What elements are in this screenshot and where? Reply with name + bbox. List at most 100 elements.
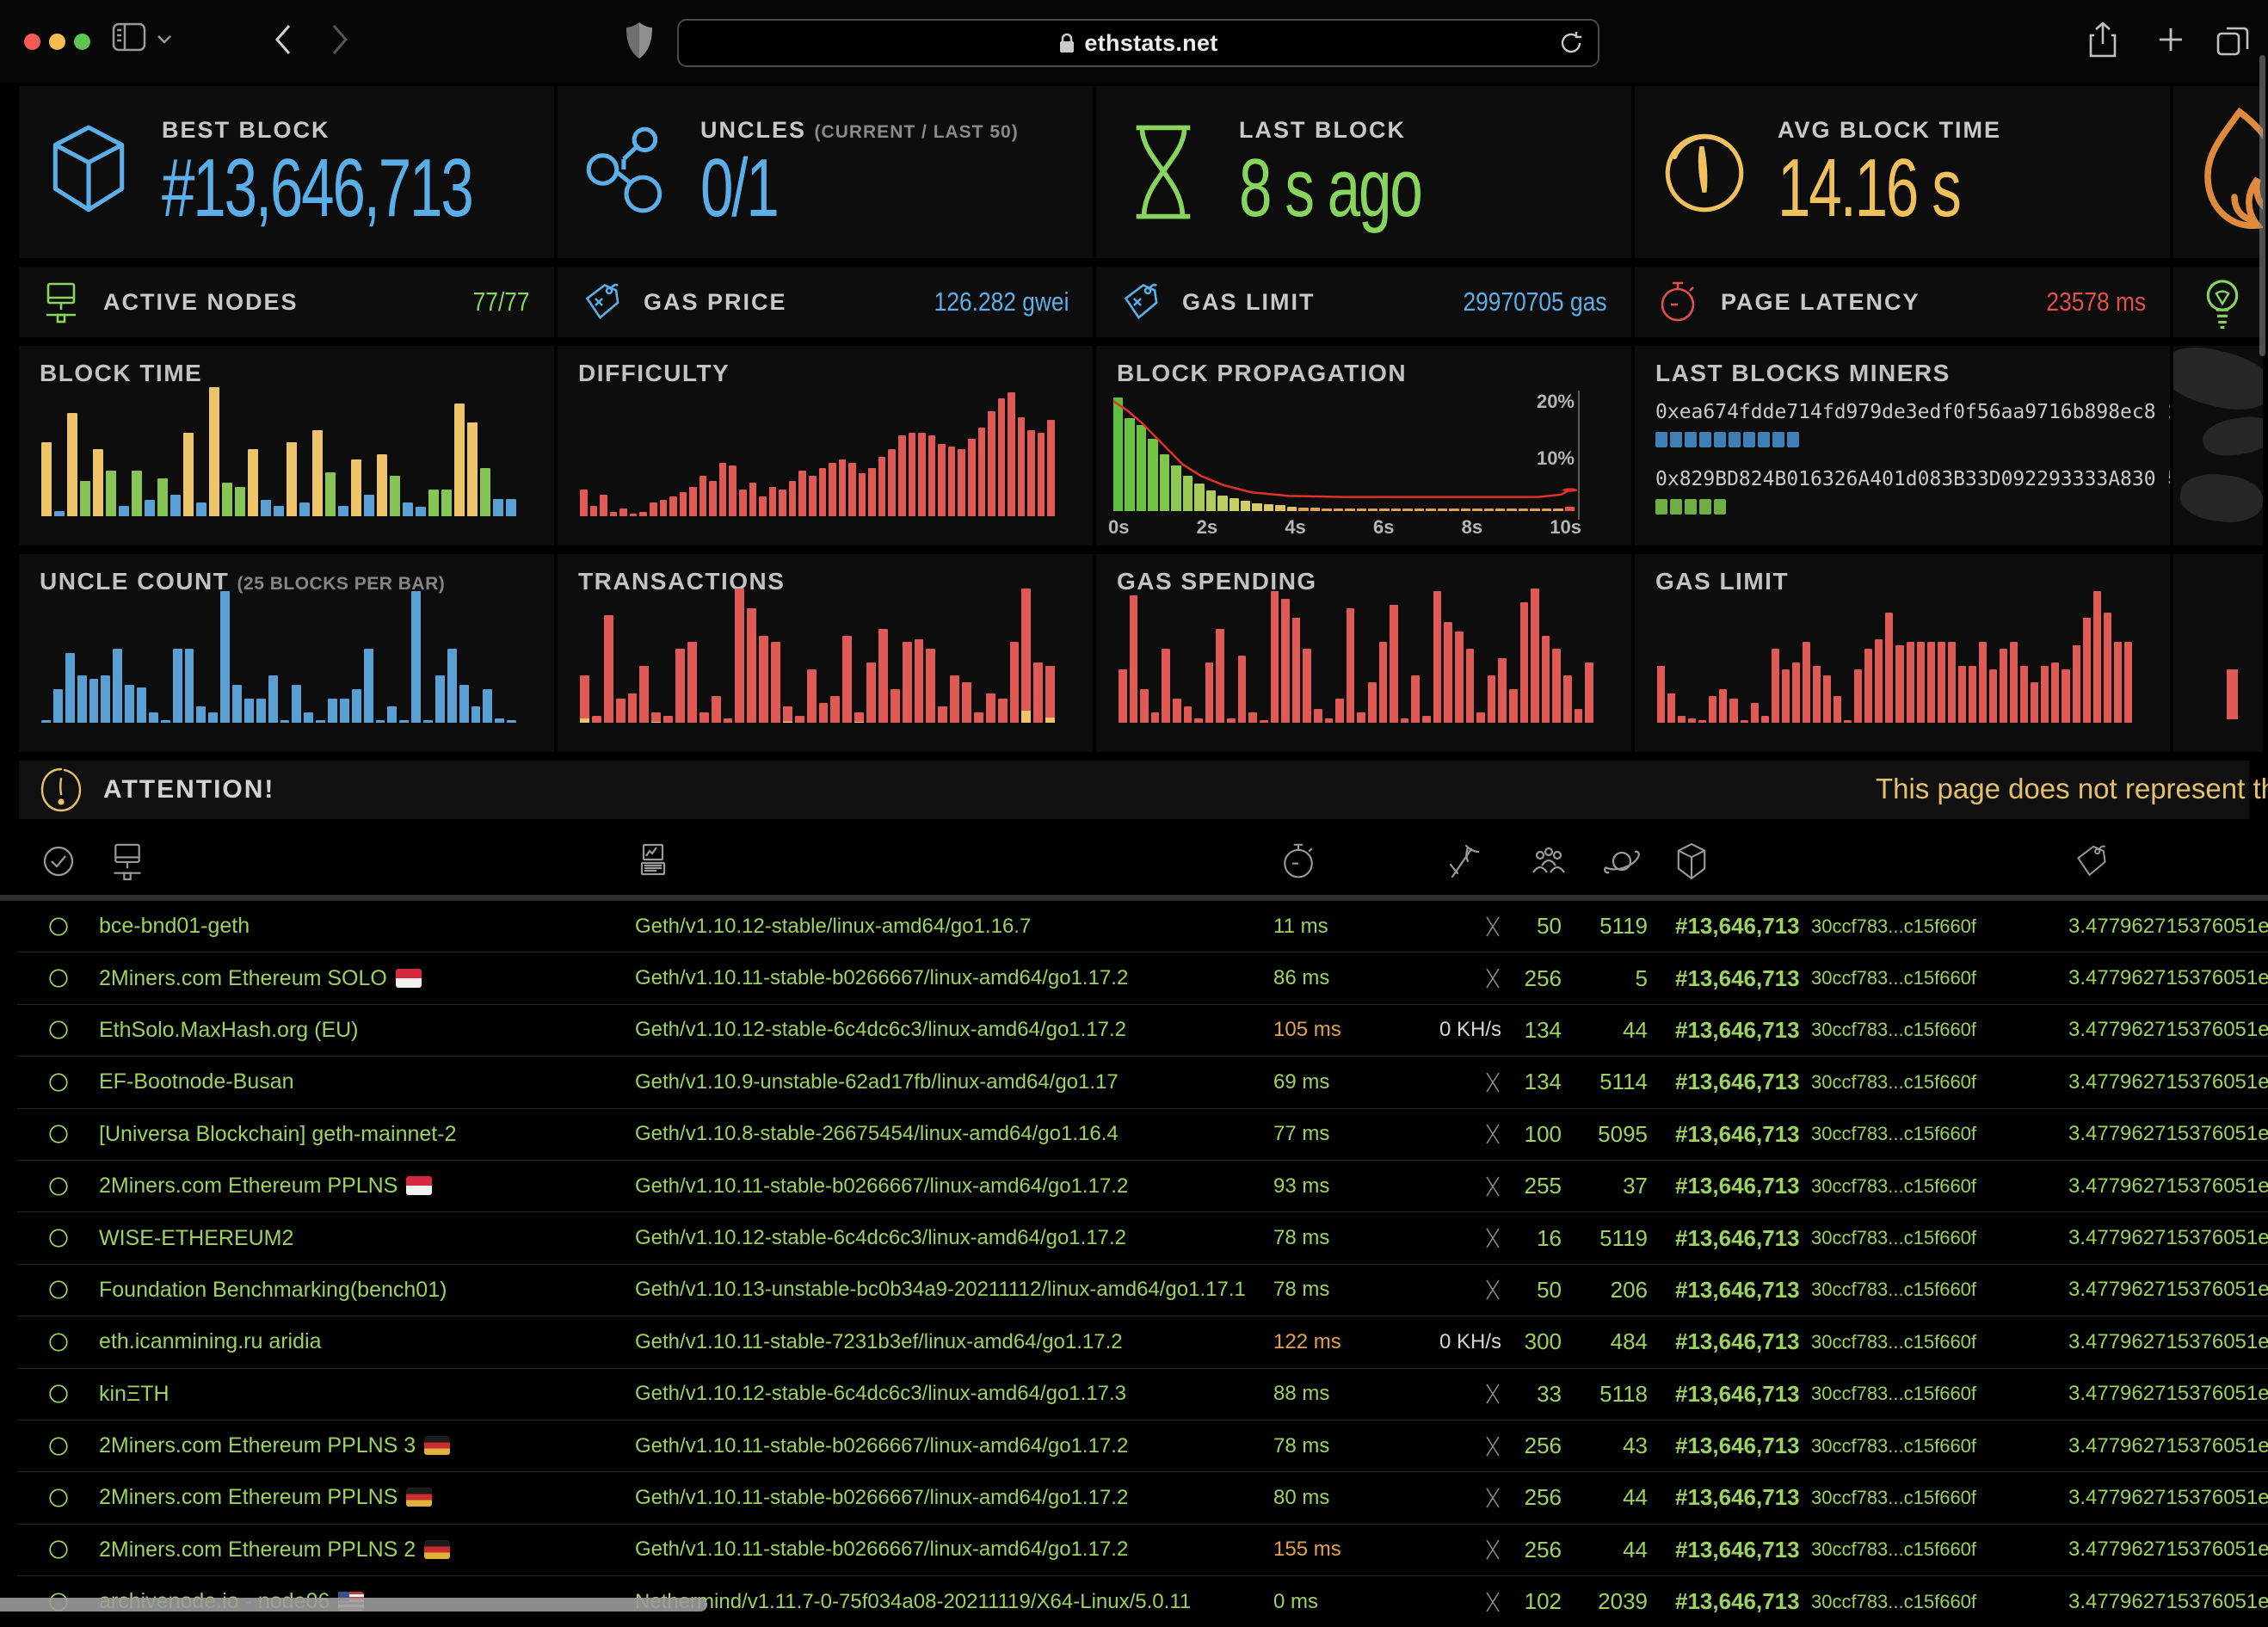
node-pin-button[interactable] xyxy=(17,1019,99,1041)
node-pin-button[interactable] xyxy=(17,1435,99,1458)
zoom-window-button[interactable] xyxy=(74,34,90,50)
node-pin-button[interactable] xyxy=(17,915,99,938)
latency-icon[interactable] xyxy=(1273,841,1359,881)
chart-bar xyxy=(709,481,717,516)
best-block-value: #13,646,713 xyxy=(162,145,472,232)
table-row[interactable]: WISE-ETHEREUM2Geth/v1.10.12-stable-6c4dc… xyxy=(17,1211,2268,1263)
chart-bar xyxy=(660,500,668,516)
chart-bar xyxy=(909,433,916,516)
chart-bar xyxy=(1741,720,1748,723)
chart-bar xyxy=(268,675,278,723)
chart-bar xyxy=(1667,693,1675,723)
miner-address[interactable]: 0x829BD824B016326A401d083B33D092293333A8… xyxy=(1655,468,2156,490)
node-peers: 50 xyxy=(1519,1277,1579,1303)
pending-icon[interactable] xyxy=(1579,845,1665,878)
node-pin-button[interactable] xyxy=(17,1331,99,1353)
block-icon[interactable] xyxy=(1665,842,1803,880)
node-pin-button[interactable] xyxy=(17,1071,99,1094)
table-row[interactable]: 2Miners.com Ethereum PPLNS 2Geth/v1.10.1… xyxy=(17,1524,2268,1575)
panel-gas-limit: GAS LIMIT 29970705 gas xyxy=(1096,267,1631,337)
chart-bar xyxy=(891,689,900,723)
vertical-scrollbar[interactable] xyxy=(2259,55,2265,356)
node-block-hash: 30ccf783...c15f660f xyxy=(1803,1487,2065,1509)
horizontal-scrollbar[interactable] xyxy=(0,1598,707,1612)
peers-icon[interactable] xyxy=(1519,845,1579,878)
table-row[interactable]: bce-bnd01-gethGeth/v1.10.12-stable/linux… xyxy=(17,901,2268,952)
node-mining xyxy=(1359,1122,1519,1146)
table-row[interactable]: 2Miners.com Ethereum SOLOGeth/v1.10.11-s… xyxy=(17,952,2268,1003)
node-monitor-icon[interactable] xyxy=(99,841,619,881)
sidebar-icon[interactable] xyxy=(112,22,146,52)
node-pin-button[interactable] xyxy=(17,1123,99,1145)
chart-bar xyxy=(1938,642,1945,723)
node-pin-button[interactable] xyxy=(17,1279,99,1301)
mining-icon[interactable] xyxy=(1359,842,1519,880)
chart-bar xyxy=(256,699,266,723)
table-row[interactable]: [Universa Blockchain] geth-mainnet-2Geth… xyxy=(17,1108,2268,1160)
table-row[interactable]: eth.icanmining.ru aridiaGeth/v1.10.11-st… xyxy=(17,1316,2268,1367)
chart-bar xyxy=(830,696,840,723)
uncles-value: 0/1 xyxy=(700,145,929,232)
chart-bar xyxy=(819,703,829,723)
miner-address[interactable]: 0xea674fdde714fd979de3edf0f56aa9716b898e… xyxy=(1655,401,2156,423)
back-button[interactable] xyxy=(274,23,293,56)
page-latency-value: 23578 ms xyxy=(2046,287,2146,317)
node-pending: 43 xyxy=(1579,1433,1665,1459)
panel-block-time-chart: BLOCK TIME xyxy=(19,346,554,545)
chart-bar xyxy=(1803,642,1810,723)
chart-bar xyxy=(376,720,385,723)
table-row[interactable]: kinΞTHGeth/v1.10.12-stable-6c4dc6c3/linu… xyxy=(17,1368,2268,1420)
uncle-count-chart xyxy=(41,589,516,723)
chart-bar xyxy=(798,471,806,516)
address-bar[interactable]: ethstats.net xyxy=(677,19,1599,67)
difficulty-tag-icon[interactable] xyxy=(2065,841,2268,881)
new-tab-icon[interactable] xyxy=(2158,27,2184,52)
node-block: #13,646,713 xyxy=(1665,1017,1803,1044)
node-peers: 134 xyxy=(1519,1069,1579,1095)
miner-block-count: 10 xyxy=(2168,399,2170,423)
node-peers: 256 xyxy=(1519,1484,1579,1511)
chart-bar xyxy=(1488,675,1496,723)
difficulty-chart xyxy=(580,382,1055,516)
table-row[interactable]: EthSolo.MaxHash.org (EU)Geth/v1.10.12-st… xyxy=(17,1004,2268,1056)
table-row[interactable]: 2Miners.com Ethereum PPLNSGeth/v1.10.11-… xyxy=(17,1160,2268,1211)
chart-bar xyxy=(829,463,836,516)
table-row[interactable]: EF-Bootnode-BusanGeth/v1.10.9-unstable-6… xyxy=(17,1056,2268,1107)
chart-bar xyxy=(1844,720,1852,723)
lightbulb-icon xyxy=(2199,277,2246,330)
block-time-chart xyxy=(41,382,516,516)
close-window-button[interactable] xyxy=(24,34,40,50)
last-block-label: LAST BLOCK xyxy=(1239,117,1492,144)
chart-bar xyxy=(700,476,707,516)
node-peers: 100 xyxy=(1519,1121,1579,1148)
node-version: Geth/v1.10.9-unstable-62ad17fb/linux-amd… xyxy=(619,1070,1273,1094)
node-pin-button[interactable] xyxy=(17,967,99,989)
table-row[interactable]: 2Miners.com Ethereum PPLNS 3Geth/v1.10.1… xyxy=(17,1420,2268,1471)
chart-bar xyxy=(1466,649,1475,723)
node-version: Geth/v1.10.11-stable-b0266667/linux-amd6… xyxy=(619,1538,1273,1562)
node-pin-button[interactable] xyxy=(17,1227,99,1249)
node-info-icon[interactable] xyxy=(619,842,1273,880)
table-row[interactable]: 2Miners.com Ethereum PPLNSGeth/v1.10.11-… xyxy=(17,1471,2268,1523)
node-pin-button[interactable] xyxy=(17,1487,99,1509)
share-icon[interactable] xyxy=(2089,22,2117,58)
minimize-window-button[interactable] xyxy=(49,34,65,50)
node-pin-button[interactable] xyxy=(17,1175,99,1198)
node-pin-button[interactable] xyxy=(17,1538,99,1561)
gas-limit-value: 29970705 gas xyxy=(1464,287,1607,317)
chart-bar xyxy=(1969,666,1976,723)
node-pending: 5114 xyxy=(1579,1069,1665,1095)
node-pin-button[interactable] xyxy=(17,1383,99,1405)
chart-bar xyxy=(1018,417,1026,516)
shield-icon[interactable] xyxy=(625,21,654,60)
chart-bar xyxy=(209,387,219,516)
sidebar-chevron-icon[interactable] xyxy=(157,34,172,45)
forward-button[interactable] xyxy=(330,23,349,56)
reload-icon[interactable] xyxy=(1558,30,1584,56)
node-block: #13,646,713 xyxy=(1665,1433,1803,1459)
tab-overview-icon[interactable] xyxy=(2216,23,2249,56)
node-version: Geth/v1.10.11-stable-b0266667/linux-amd6… xyxy=(619,1486,1273,1510)
status-check-icon[interactable] xyxy=(17,844,99,878)
node-total-difficulty: 3.477962715376051e+2 xyxy=(2065,1122,2268,1146)
table-row[interactable]: Foundation Benchmarking(bench01)Geth/v1.… xyxy=(17,1264,2268,1316)
